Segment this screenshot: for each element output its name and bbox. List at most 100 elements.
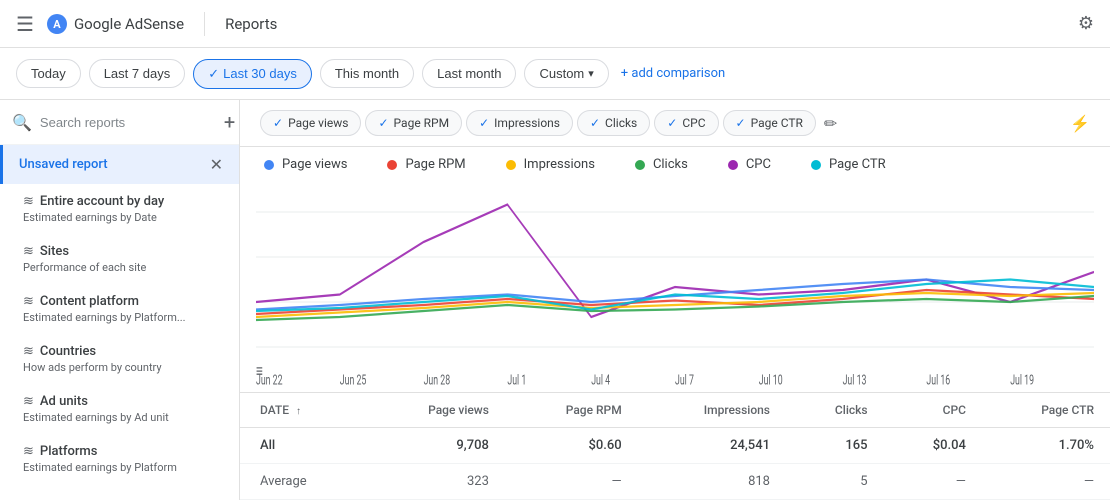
today-button[interactable]: Today <box>16 59 81 88</box>
cell-cpc: — <box>884 464 982 500</box>
chart-svg: Jun 22 Jun 25 Jun 28 Jul 1 Jul 4 Jul 7 J… <box>256 182 1094 392</box>
legend-item-clicks: Clicks <box>635 157 688 172</box>
sidebar-item-countries[interactable]: ≋ Countries How ads perform by country ⋮ <box>0 334 239 384</box>
chip-label: Page RPM <box>394 116 450 130</box>
cell-impressions: 24,541 <box>638 428 786 464</box>
legend-label: Clicks <box>653 157 688 172</box>
sidebar-item-subtitle: Estimated earnings by Date <box>23 211 207 224</box>
add-comparison-button[interactable]: + add comparison <box>621 66 725 81</box>
custom-button[interactable]: Custom ▾ <box>524 59 608 88</box>
legend-label: Page CTR <box>829 157 886 172</box>
sidebar-item-subtitle: Estimated earnings by Ad unit <box>23 411 207 424</box>
settings-icon[interactable]: ⚙ <box>1078 13 1094 34</box>
table-header-row: DATE ↑ Page views Page RPM Impressions C… <box>240 393 1110 428</box>
data-table-container: DATE ↑ Page views Page RPM Impressions C… <box>240 392 1110 500</box>
chip-page-rpm[interactable]: ✓ Page RPM <box>365 110 462 136</box>
legend-dot <box>387 160 397 170</box>
chip-page-ctr[interactable]: ✓ Page CTR <box>723 110 816 136</box>
wavy-icon: ≋ <box>23 344 34 359</box>
topbar: ☰ A Google AdSense Reports ⚙ <box>0 0 1110 48</box>
this-month-button[interactable]: This month <box>320 59 414 88</box>
col-header-page-rpm[interactable]: Page RPM <box>505 393 638 428</box>
legend-label: Page views <box>282 157 347 172</box>
chip-page-views[interactable]: ✓ Page views <box>260 110 361 136</box>
sidebar-item-ad-units[interactable]: ≋ Ad units Estimated earnings by Ad unit… <box>0 384 239 434</box>
chip-label: Page CTR <box>751 116 803 130</box>
svg-text:Jul 13: Jul 13 <box>843 371 867 388</box>
add-report-button[interactable]: + <box>224 110 235 134</box>
col-header-cpc[interactable]: CPC <box>884 393 982 428</box>
check-icon: ✓ <box>273 116 283 130</box>
legend-label: Impressions <box>524 157 595 172</box>
chip-label: Clicks <box>605 116 637 130</box>
sidebar-item-platforms[interactable]: ≋ Platforms Estimated earnings by Platfo… <box>0 434 239 484</box>
col-header-page-ctr[interactable]: Page CTR <box>982 393 1110 428</box>
col-header-clicks[interactable]: Clicks <box>786 393 884 428</box>
cell-clicks: 165 <box>786 428 884 464</box>
col-header-page-views[interactable]: Page views <box>365 393 505 428</box>
last-month-button[interactable]: Last month <box>422 59 516 88</box>
chip-cpc[interactable]: ✓ CPC <box>654 110 718 136</box>
svg-text:≡: ≡ <box>256 360 263 381</box>
check-icon: ✓ <box>667 116 677 130</box>
svg-text:Jul 19: Jul 19 <box>1010 371 1034 388</box>
sidebar-item-entire-account[interactable]: ≋ Entire account by day Estimated earnin… <box>0 184 239 234</box>
check-icon: ✓ <box>378 116 388 130</box>
sort-icon: ↑ <box>296 406 301 417</box>
sidebar-item-title: Sites <box>40 244 69 259</box>
sidebar-item-subtitle: Estimated earnings by Platform... <box>23 311 207 324</box>
svg-text:Jul 1: Jul 1 <box>507 371 526 388</box>
sidebar-item-subtitle: How ads perform by country <box>23 361 207 374</box>
legend-dot <box>506 160 516 170</box>
custom-dropdown-icon: ▾ <box>588 67 594 80</box>
chart-legend: Page views Page RPM Impressions Clicks C… <box>240 147 1110 182</box>
menu-icon[interactable]: ☰ <box>16 12 34 36</box>
svg-text:Jul 10: Jul 10 <box>759 371 783 388</box>
chip-impressions[interactable]: ✓ Impressions <box>466 110 573 136</box>
legend-label: CPC <box>746 157 771 172</box>
sidebar-item-title: Countries <box>40 344 96 359</box>
cell-clicks: 5 <box>786 464 884 500</box>
cell-page-ctr: — <box>982 464 1110 500</box>
chip-label: CPC <box>682 116 705 130</box>
check-icon: ✓ <box>736 116 746 130</box>
edit-metrics-icon[interactable]: ✏ <box>824 114 837 133</box>
svg-text:Jun 28: Jun 28 <box>424 371 451 388</box>
svg-text:A: A <box>53 18 61 31</box>
close-unsaved-button[interactable]: ✕ <box>210 155 223 174</box>
filter-chart-icon[interactable]: ⚡ <box>1070 114 1090 133</box>
svg-text:Jun 25: Jun 25 <box>340 371 367 388</box>
chip-label: Page views <box>288 116 348 130</box>
filter-bar: Today Last 7 days Last 30 days This mont… <box>0 48 1110 100</box>
cell-page-views: 323 <box>365 464 505 500</box>
search-icon: 🔍 <box>12 113 32 132</box>
col-header-date[interactable]: DATE ↑ <box>240 393 365 428</box>
sidebar-item-sites[interactable]: ≋ Sites Performance of each site ⋮ <box>0 234 239 284</box>
col-header-impressions[interactable]: Impressions <box>638 393 786 428</box>
chart-container: Jun 22 Jun 25 Jun 28 Jul 1 Jul 4 Jul 7 J… <box>240 182 1110 392</box>
last30-button[interactable]: Last 30 days <box>193 59 312 89</box>
legend-dot <box>635 160 645 170</box>
chip-clicks[interactable]: ✓ Clicks <box>577 110 650 136</box>
last7-button[interactable]: Last 7 days <box>89 59 186 88</box>
wavy-icon: ≋ <box>23 444 34 459</box>
legend-item-page-ctr: Page CTR <box>811 157 886 172</box>
svg-text:Jul 16: Jul 16 <box>926 371 950 388</box>
adsense-logo-icon: A <box>46 13 68 35</box>
legend-dot <box>264 160 274 170</box>
table-row: Average 323 — 818 5 — — <box>240 464 1110 500</box>
legend-item-impressions: Impressions <box>506 157 595 172</box>
legend-dot <box>811 160 821 170</box>
search-input[interactable] <box>40 115 216 130</box>
wavy-icon: ≋ <box>23 294 34 309</box>
content-area: ✓ Page views ✓ Page RPM ✓ Impressions ✓ … <box>240 100 1110 500</box>
unsaved-report-item[interactable]: Unsaved report ✕ <box>0 145 239 184</box>
check-icon: ✓ <box>590 116 600 130</box>
table-row: All 9,708 $0.60 24,541 165 $0.04 1.70% <box>240 428 1110 464</box>
sidebar-item-title: Entire account by day <box>40 194 164 209</box>
sidebar-item-content-platform[interactable]: ≋ Content platform Estimated earnings by… <box>0 284 239 334</box>
legend-item-page-rpm: Page RPM <box>387 157 465 172</box>
svg-text:Jul 4: Jul 4 <box>591 371 610 388</box>
cell-page-ctr: 1.70% <box>982 428 1110 464</box>
chip-label: Impressions <box>494 116 560 130</box>
